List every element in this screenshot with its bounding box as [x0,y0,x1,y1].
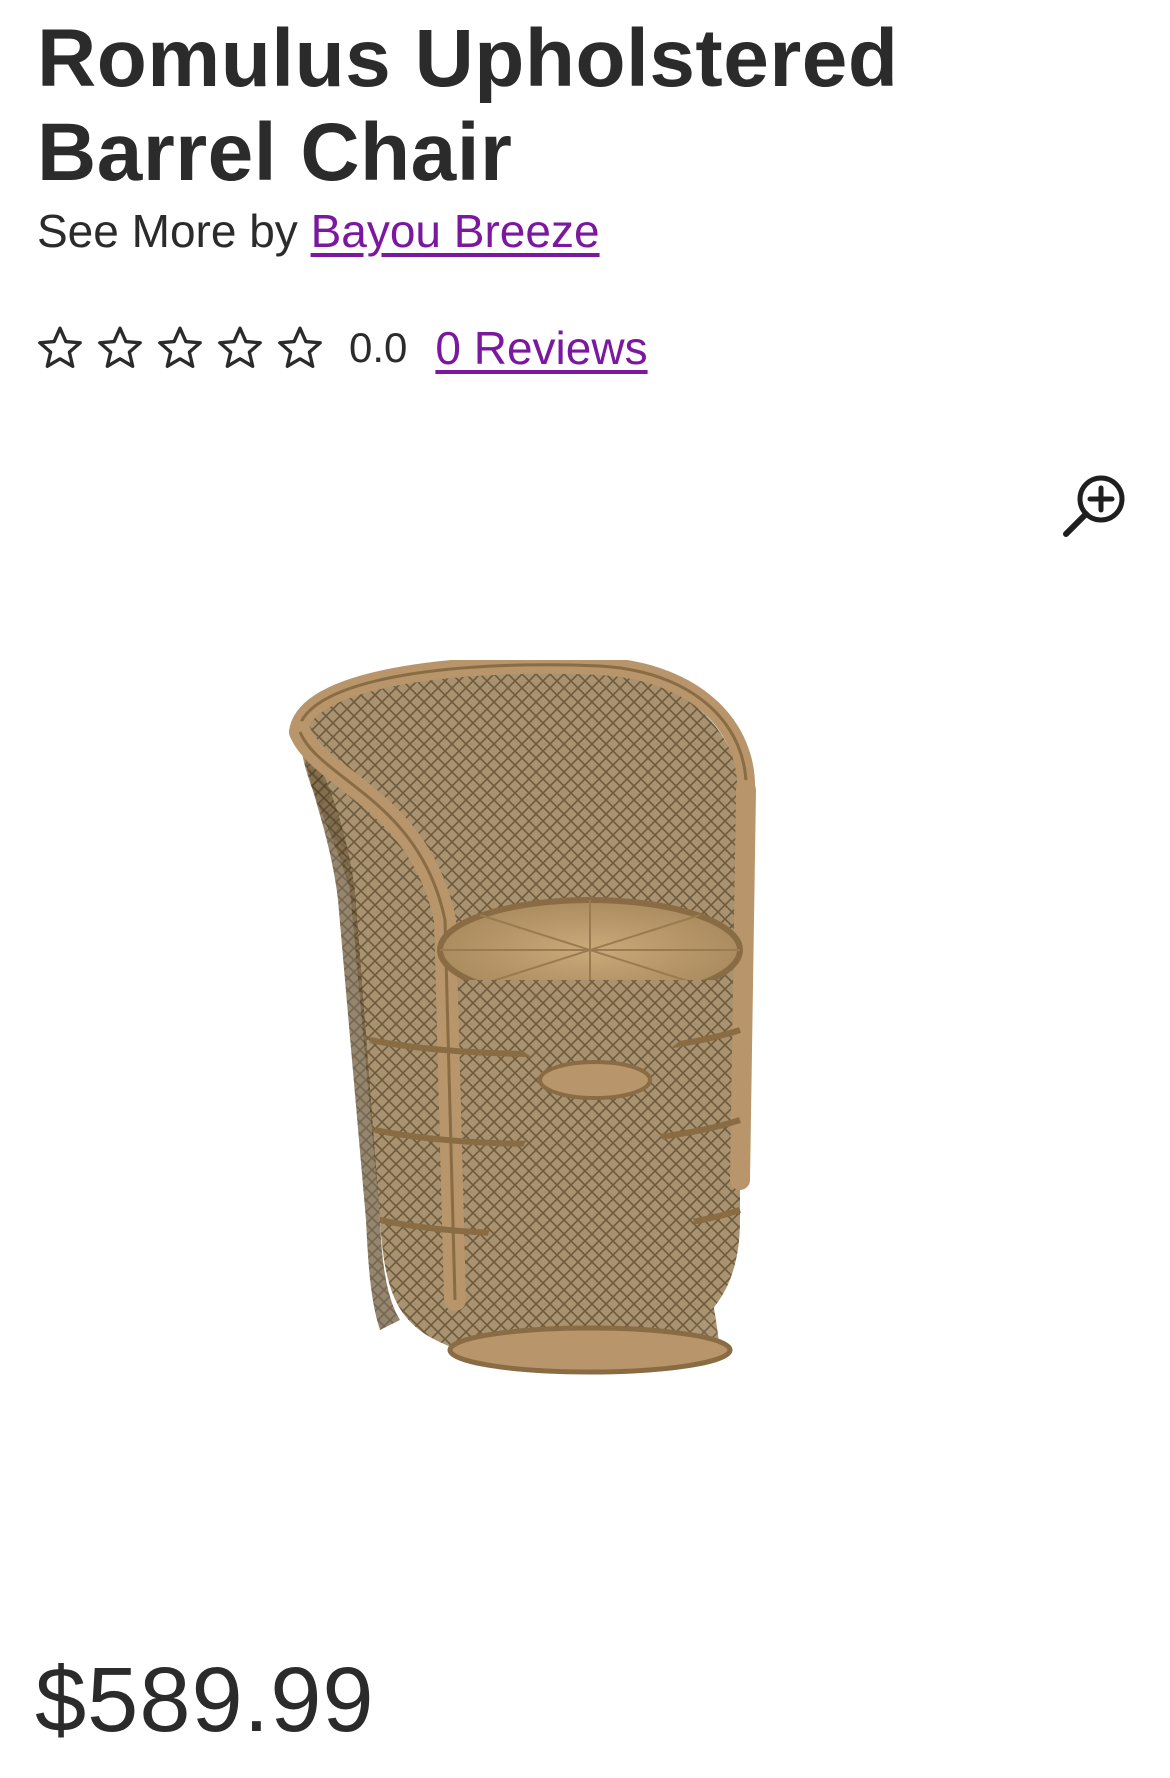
product-image[interactable] [270,660,870,1440]
wicker-chair-image [289,660,756,1375]
product-title: Romulus Upholstered Barrel Chair [37,13,899,198]
rating-summary: 0.0 0 Reviews [35,318,648,378]
see-more-by: See More by Bayou Breeze [37,201,600,261]
brand-link[interactable]: Bayou Breeze [311,205,600,257]
zoom-in-icon [1058,470,1130,542]
rating-value: 0.0 [349,324,408,371]
reviews-link[interactable]: 0 Reviews [435,321,647,375]
see-more-prefix: See More by [37,205,298,257]
rating-stars [35,323,335,373]
star-outline-icon [215,323,265,373]
star-outline-icon [95,323,145,373]
product-price: $589.99 [35,1649,375,1751]
star-outline-icon [155,323,205,373]
zoom-in-button[interactable] [1058,470,1130,542]
star-outline-icon [275,323,325,373]
star-outline-icon [35,323,85,373]
